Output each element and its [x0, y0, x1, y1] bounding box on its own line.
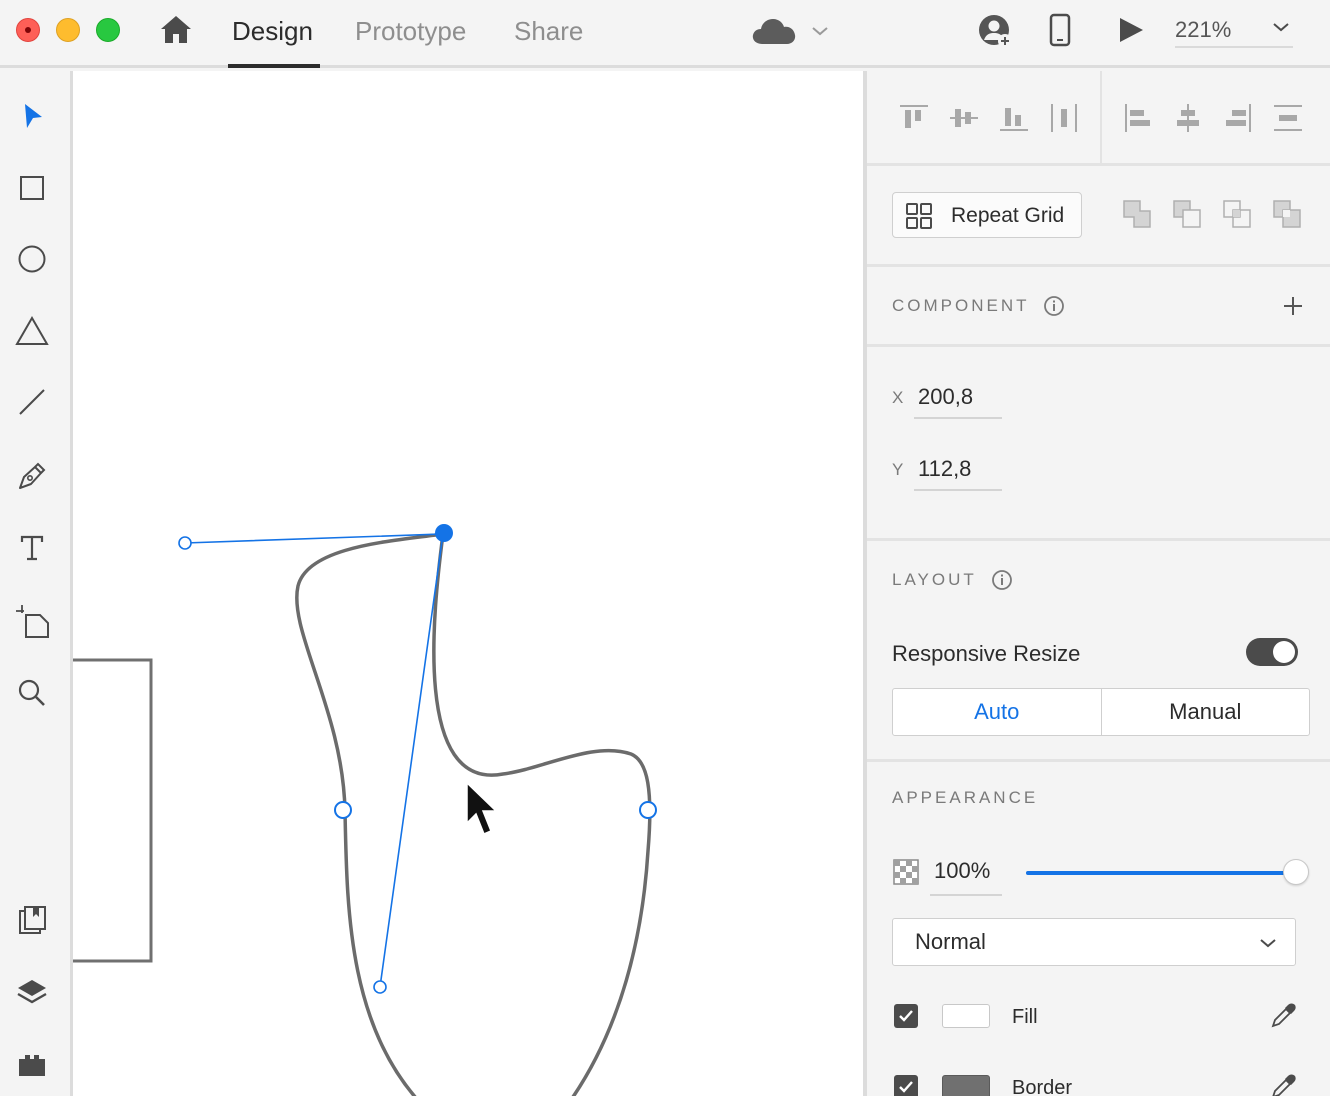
tab-prototype[interactable]: Prototype	[355, 16, 466, 46]
invite-user-icon[interactable]	[976, 12, 1014, 50]
plugins-panel-icon[interactable]	[12, 1044, 52, 1084]
minimize-window-button[interactable]	[56, 18, 80, 42]
artboard-tool-icon[interactable]	[12, 601, 52, 641]
anchor-point[interactable]	[334, 801, 352, 819]
opacity-checker-icon	[893, 859, 919, 885]
property-inspector: Repeat Grid COMPONENT X 200,8 Y 112,8 LA…	[863, 71, 1330, 1096]
cloud-icon[interactable]	[750, 14, 798, 48]
device-preview-icon[interactable]	[1048, 12, 1072, 48]
resize-mode-segmented-control: Auto Manual	[892, 688, 1310, 736]
rectangle-shape[interactable]	[73, 658, 153, 963]
mouse-cursor-icon	[466, 781, 498, 835]
section-divider	[867, 264, 1330, 267]
opacity-input-underline	[930, 894, 1002, 896]
polygon-tool-icon[interactable]	[12, 311, 52, 351]
title-bar: Design Prototype Share 221%	[0, 0, 1330, 68]
play-preview-icon[interactable]	[1116, 14, 1146, 46]
opacity-input[interactable]: 100%	[934, 858, 990, 884]
zoom-field-underline	[1175, 46, 1293, 48]
align-top-icon[interactable]	[897, 101, 931, 135]
opacity-slider-fill	[1026, 871, 1296, 875]
zoom-dropdown-chevron-icon[interactable]	[1272, 20, 1290, 32]
home-icon[interactable]	[158, 12, 194, 48]
fill-checkbox[interactable]	[894, 1004, 918, 1028]
fill-eyedropper-icon[interactable]	[1268, 1001, 1298, 1031]
info-icon[interactable]	[1043, 295, 1065, 317]
repeat-grid-icon	[906, 203, 932, 229]
opacity-slider-handle[interactable]	[1283, 859, 1309, 885]
resize-mode-auto[interactable]: Auto	[893, 689, 1101, 735]
responsive-resize-label: Responsive Resize	[892, 641, 1081, 666]
line-tool-icon[interactable]	[12, 382, 52, 422]
layers-panel-icon[interactable]	[12, 972, 52, 1012]
align-left-icon[interactable]	[1121, 101, 1155, 135]
border-eyedropper-icon[interactable]	[1268, 1072, 1298, 1096]
pen-tool-icon[interactable]	[12, 456, 52, 496]
section-divider	[867, 344, 1330, 347]
info-icon[interactable]	[991, 569, 1013, 591]
fill-label: Fill	[1012, 1006, 1038, 1028]
boolean-exclude-icon[interactable]	[1271, 198, 1303, 230]
bezier-handle-point[interactable]	[178, 536, 192, 550]
canvas-artwork	[73, 524, 657, 1096]
border-color-swatch[interactable]	[942, 1075, 990, 1096]
opacity-slider[interactable]	[1026, 871, 1296, 875]
appearance-section-title: APPEARANCE	[892, 788, 1039, 807]
section-divider	[867, 163, 1330, 166]
zoom-level[interactable]: 221%	[1175, 16, 1231, 44]
text-tool-icon[interactable]	[12, 528, 52, 568]
assets-panel-icon[interactable]	[12, 900, 52, 940]
border-checkbox[interactable]	[894, 1075, 918, 1096]
align-center-icon[interactable]	[1171, 101, 1205, 135]
anchor-point[interactable]	[639, 801, 657, 819]
x-input-underline	[914, 417, 1002, 419]
x-position-input[interactable]: 200,8	[918, 384, 973, 410]
zoom-tool-icon[interactable]	[12, 673, 52, 713]
toolbar-separator	[1100, 71, 1102, 163]
align-right-icon[interactable]	[1221, 101, 1255, 135]
border-label: Border	[1012, 1077, 1073, 1096]
fill-color-swatch[interactable]	[942, 1004, 990, 1028]
boolean-subtract-icon[interactable]	[1171, 198, 1203, 230]
bezier-handle-lines	[184, 533, 444, 988]
add-component-icon[interactable]	[1281, 294, 1305, 318]
active-tab-indicator	[228, 64, 320, 68]
repeat-grid-button[interactable]: Repeat Grid	[892, 192, 1082, 238]
repeat-grid-label: Repeat Grid	[951, 204, 1065, 227]
responsive-resize-toggle[interactable]	[1246, 638, 1298, 666]
section-divider	[867, 759, 1330, 762]
layout-section-title: LAYOUT	[892, 570, 977, 589]
chevron-down-icon	[1260, 939, 1276, 948]
tab-share[interactable]: Share	[514, 16, 583, 46]
distribute-horizontal-icon[interactable]	[1047, 101, 1081, 135]
tool-sidebar	[0, 71, 73, 1096]
toggle-knob	[1273, 641, 1295, 663]
rectangle-tool-icon[interactable]	[12, 168, 52, 208]
distribute-vertical-icon[interactable]	[1271, 101, 1305, 135]
component-section-title: COMPONENT	[892, 296, 1030, 315]
close-window-button[interactable]	[16, 18, 40, 42]
y-label: Y	[892, 460, 904, 479]
ellipse-tool-icon[interactable]	[12, 239, 52, 279]
align-middle-icon[interactable]	[947, 101, 981, 135]
boolean-intersect-icon[interactable]	[1221, 198, 1253, 230]
tab-design[interactable]: Design	[232, 16, 313, 46]
y-input-underline	[914, 489, 1002, 491]
y-position-input[interactable]: 112,8	[918, 456, 971, 482]
design-canvas[interactable]	[73, 71, 863, 1096]
section-divider	[867, 538, 1330, 541]
x-label: X	[892, 388, 904, 407]
resize-mode-manual[interactable]: Manual	[1100, 689, 1310, 735]
boolean-add-icon[interactable]	[1121, 198, 1153, 230]
bezier-handle-point[interactable]	[373, 980, 387, 994]
cloud-menu-chevron-icon[interactable]	[811, 24, 829, 36]
align-bottom-icon[interactable]	[997, 101, 1031, 135]
maximize-window-button[interactable]	[96, 18, 120, 42]
blend-mode-select[interactable]: Normal	[892, 918, 1296, 966]
selected-anchor-point[interactable]	[435, 524, 453, 542]
blend-mode-value: Normal	[915, 929, 986, 954]
select-tool-icon[interactable]	[12, 96, 52, 136]
